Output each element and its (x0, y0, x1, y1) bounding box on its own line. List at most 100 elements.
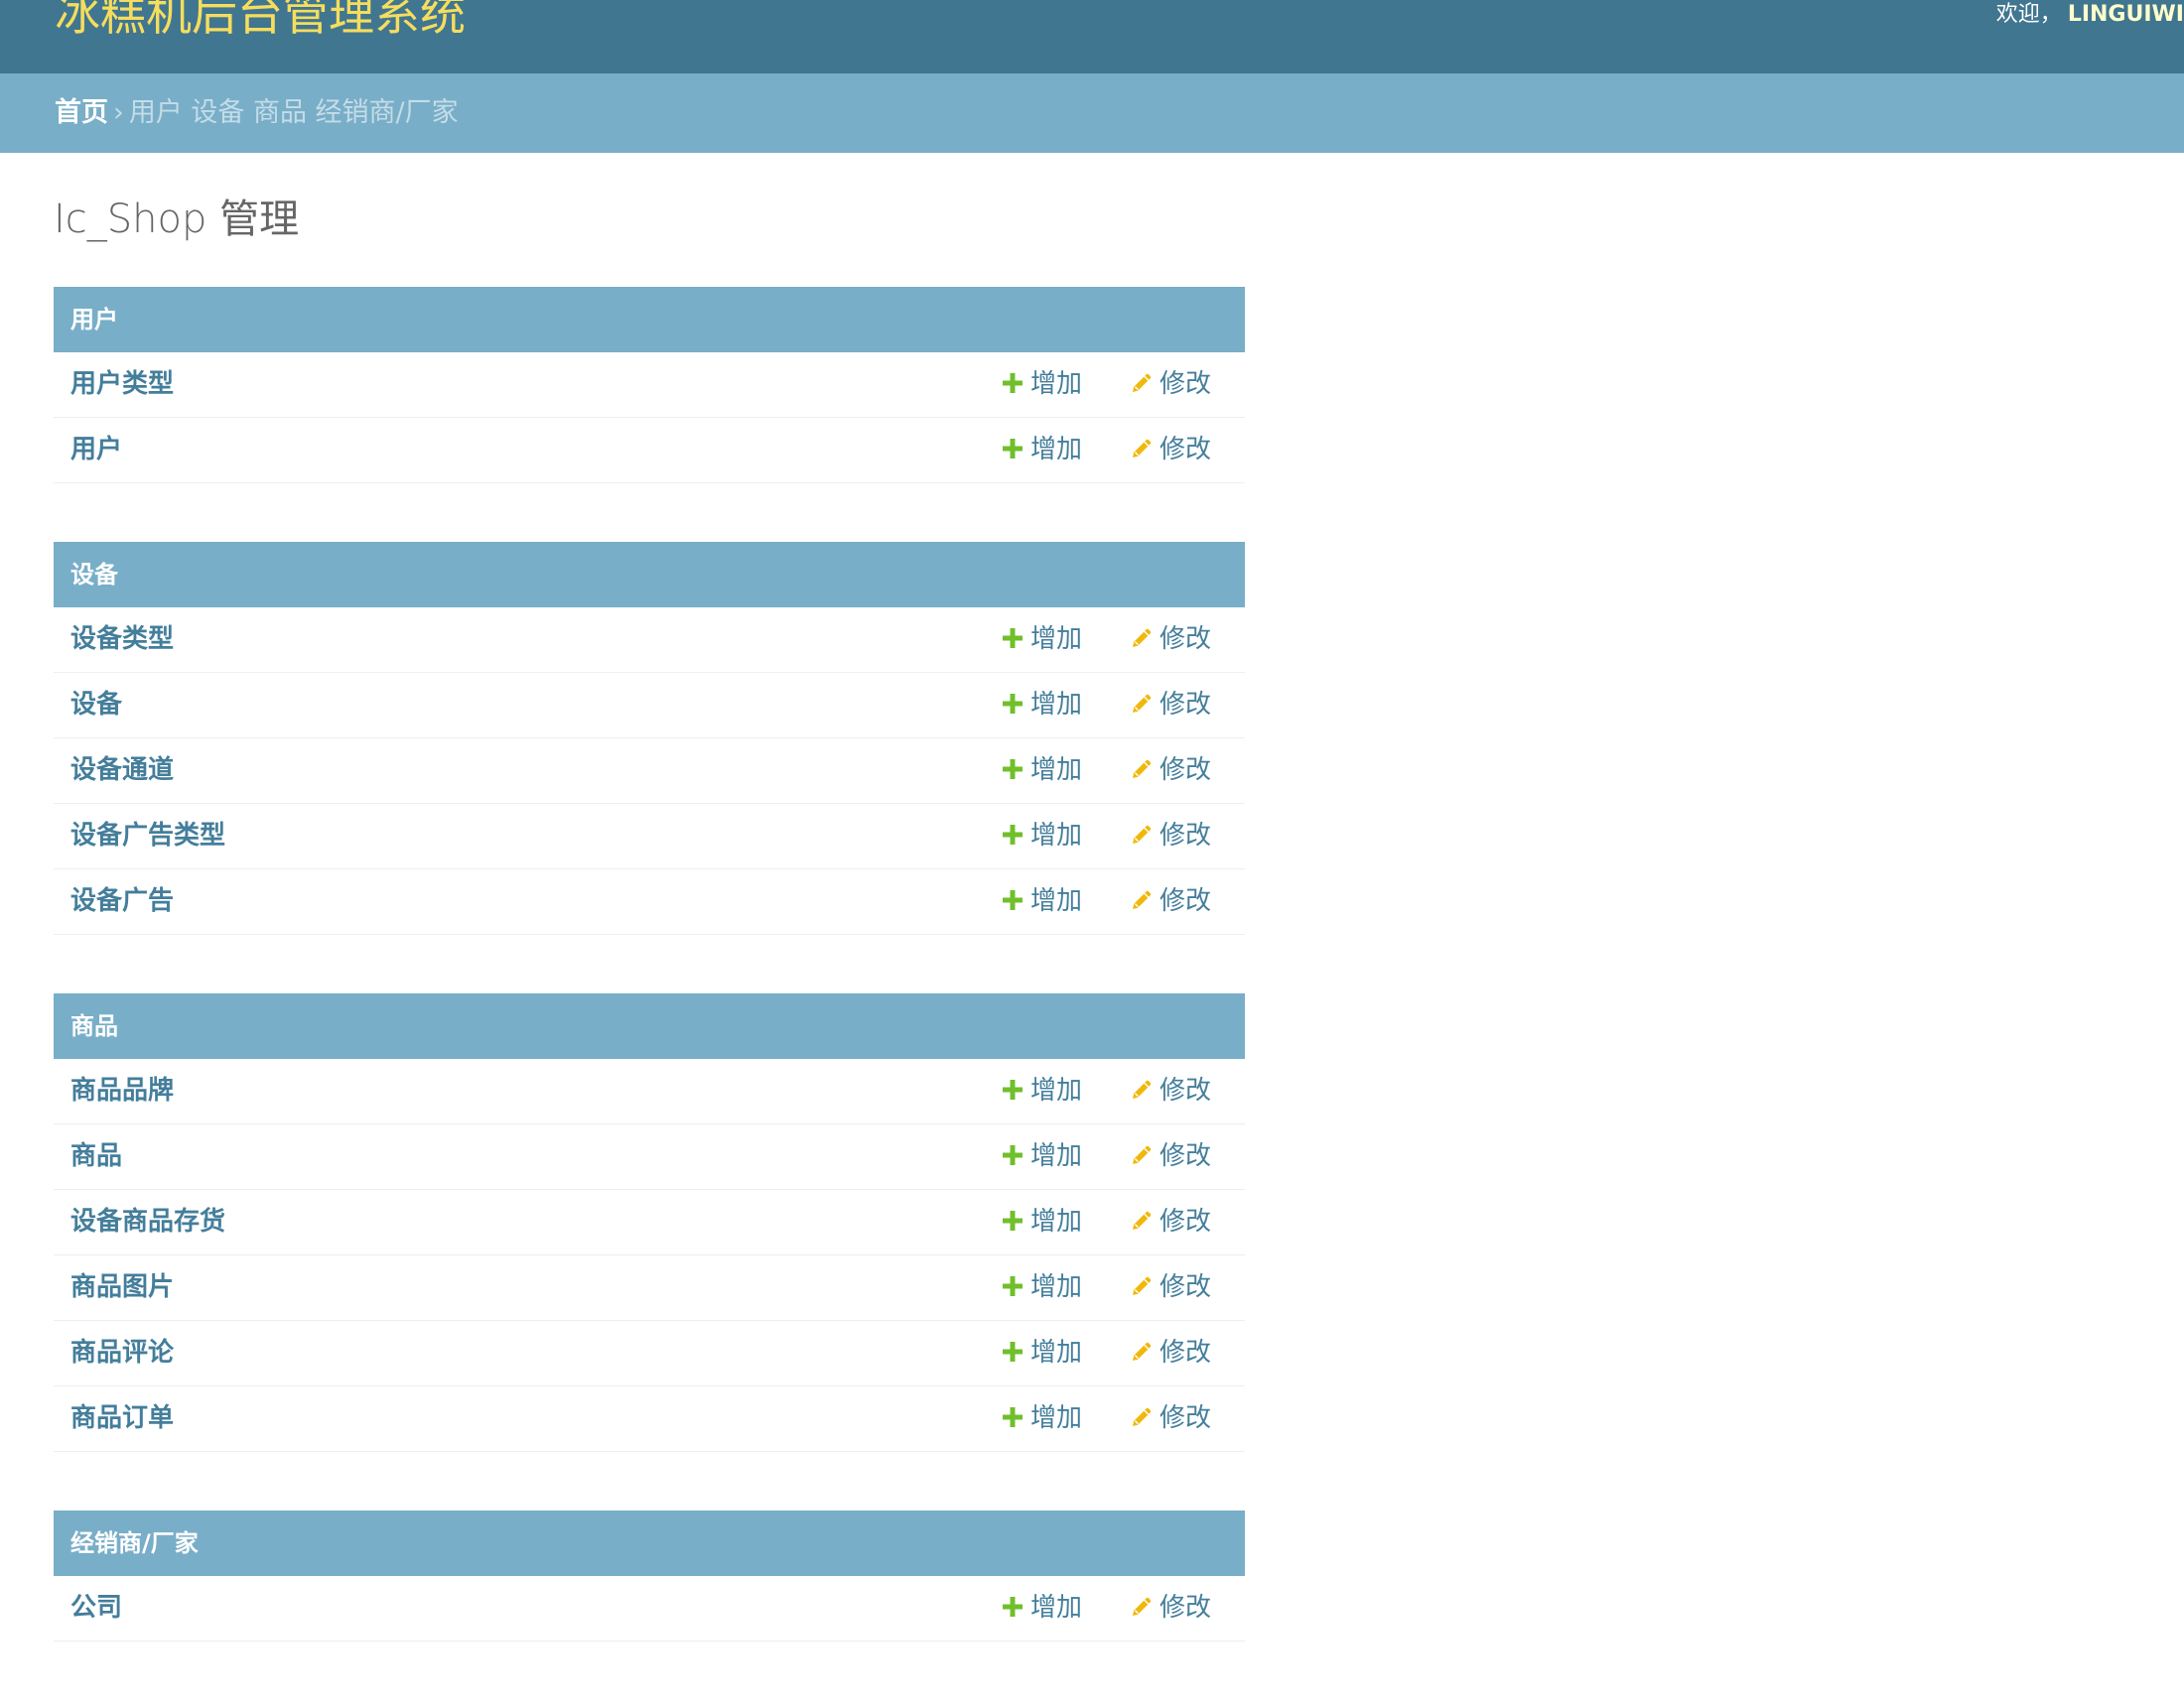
page-title: Ic_Shop 管理 (54, 197, 300, 242)
model-link[interactable]: 设备 (70, 673, 122, 736)
model-row: 设备商品存货 增加 修改 (54, 1190, 1245, 1255)
model-link[interactable]: 商品图片 (70, 1255, 174, 1319)
change-link[interactable]: 修改 (1130, 738, 1211, 802)
change-label: 修改 (1160, 821, 1212, 851)
plus-icon (1001, 823, 1024, 847)
pencil-icon (1130, 1078, 1154, 1102)
user-name: LINGUIWI (2067, 2, 2184, 27)
add-label: 增加 (1030, 755, 1083, 785)
model-link[interactable]: 设备商品存货 (70, 1190, 225, 1253)
change-link[interactable]: 修改 (1130, 1255, 1211, 1319)
module: 商品 商品品牌 增加 修改 商品 增加 修改 设备商品存货 增加 修改 商品图片 增加 修改 商品评论 增加… (54, 993, 1245, 1452)
plus-icon (1001, 1595, 1024, 1619)
module-caption[interactable]: 设备 (54, 542, 1245, 607)
model-link[interactable]: 设备广告 (70, 869, 174, 933)
change-link[interactable]: 修改 (1130, 1321, 1211, 1384)
pencil-icon (1130, 1274, 1154, 1298)
change-link[interactable]: 修改 (1130, 418, 1211, 481)
add-link[interactable]: 增加 (1001, 1190, 1082, 1253)
add-link[interactable]: 增加 (1001, 607, 1082, 671)
model-link[interactable]: 用户 (70, 418, 122, 481)
breadcrumb-home-link[interactable]: 首页 (55, 97, 108, 128)
model-link[interactable]: 商品订单 (70, 1386, 174, 1450)
plus-icon (1001, 692, 1024, 716)
model-link[interactable]: 商品 (70, 1124, 122, 1188)
model-row: 设备广告 增加 修改 (54, 869, 1245, 935)
model-row: 商品 增加 修改 (54, 1124, 1245, 1190)
add-link[interactable]: 增加 (1001, 804, 1082, 867)
add-link[interactable]: 增加 (1001, 1124, 1082, 1188)
model-row: 商品评论 增加 修改 (54, 1321, 1245, 1386)
add-label: 增加 (1030, 369, 1083, 399)
plus-icon (1001, 1340, 1024, 1364)
add-label: 增加 (1030, 1593, 1083, 1623)
module-caption[interactable]: 商品 (54, 993, 1245, 1059)
add-link[interactable]: 增加 (1001, 869, 1082, 933)
change-link[interactable]: 修改 (1130, 1576, 1211, 1640)
model-link[interactable]: 公司 (70, 1576, 122, 1640)
add-link[interactable]: 增加 (1001, 1386, 1082, 1450)
pencil-icon (1130, 1405, 1154, 1429)
change-link[interactable]: 修改 (1130, 869, 1211, 933)
model-row: 公司 增加 修改 (54, 1576, 1245, 1641)
module-caption[interactable]: 用户 (54, 287, 1245, 352)
change-link[interactable]: 修改 (1130, 673, 1211, 736)
change-label: 修改 (1160, 886, 1212, 916)
add-label: 增加 (1030, 886, 1083, 916)
model-link[interactable]: 设备通道 (70, 738, 174, 802)
model-row: 设备 增加 修改 (54, 673, 1245, 738)
site-name[interactable]: 冰糕机后台管理系统 (55, 0, 466, 44)
module-caption[interactable]: 经销商/厂家 (54, 1510, 1245, 1576)
change-label: 修改 (1160, 755, 1212, 785)
add-link[interactable]: 增加 (1001, 1059, 1082, 1122)
plus-icon (1001, 1143, 1024, 1167)
plus-icon (1001, 1209, 1024, 1233)
model-link[interactable]: 设备广告类型 (70, 804, 225, 867)
add-link[interactable]: 增加 (1001, 673, 1082, 736)
add-link[interactable]: 增加 (1001, 738, 1082, 802)
change-label: 修改 (1160, 369, 1212, 399)
pencil-icon (1130, 371, 1154, 395)
breadcrumb: 首页 › 用户 设备 商品 经销商/厂家 (0, 73, 2184, 153)
model-link[interactable]: 商品评论 (70, 1321, 174, 1384)
pencil-icon (1130, 757, 1154, 781)
pencil-icon (1130, 1340, 1154, 1364)
breadcrumb-current: 用户 设备 商品 经销商/厂家 (128, 97, 459, 128)
change-link[interactable]: 修改 (1130, 1059, 1211, 1122)
pencil-icon (1130, 888, 1154, 912)
change-link[interactable]: 修改 (1130, 1190, 1211, 1253)
user-tools: 欢迎， LINGUIWI (1996, 2, 2184, 28)
pencil-icon (1130, 823, 1154, 847)
add-label: 增加 (1030, 1207, 1083, 1237)
model-link[interactable]: 商品品牌 (70, 1059, 174, 1122)
plus-icon (1001, 1078, 1024, 1102)
change-label: 修改 (1160, 1272, 1212, 1302)
change-link[interactable]: 修改 (1130, 1386, 1211, 1450)
add-label: 增加 (1030, 1272, 1083, 1302)
change-label: 修改 (1160, 1593, 1212, 1623)
add-link[interactable]: 增加 (1001, 1576, 1082, 1640)
change-label: 修改 (1160, 435, 1212, 464)
change-link[interactable]: 修改 (1130, 804, 1211, 867)
change-label: 修改 (1160, 690, 1212, 720)
plus-icon (1001, 1405, 1024, 1429)
change-link[interactable]: 修改 (1130, 1124, 1211, 1188)
add-label: 增加 (1030, 624, 1083, 654)
add-link[interactable]: 增加 (1001, 418, 1082, 481)
model-link[interactable]: 用户类型 (70, 352, 174, 416)
model-link[interactable]: 设备类型 (70, 607, 174, 671)
change-label: 修改 (1160, 1207, 1212, 1237)
welcome-text: 欢迎， (1995, 2, 2062, 27)
plus-icon (1001, 757, 1024, 781)
add-label: 增加 (1030, 1338, 1083, 1368)
model-row: 商品品牌 增加 修改 (54, 1059, 1245, 1124)
plus-icon (1001, 437, 1024, 460)
module: 用户 用户类型 增加 修改 用户 增加 修改 (54, 287, 1245, 483)
add-label: 增加 (1030, 1403, 1083, 1433)
add-link[interactable]: 增加 (1001, 1321, 1082, 1384)
change-link[interactable]: 修改 (1130, 352, 1211, 416)
model-row: 设备广告类型 增加 修改 (54, 804, 1245, 869)
change-link[interactable]: 修改 (1130, 607, 1211, 671)
add-link[interactable]: 增加 (1001, 1255, 1082, 1319)
add-link[interactable]: 增加 (1001, 352, 1082, 416)
